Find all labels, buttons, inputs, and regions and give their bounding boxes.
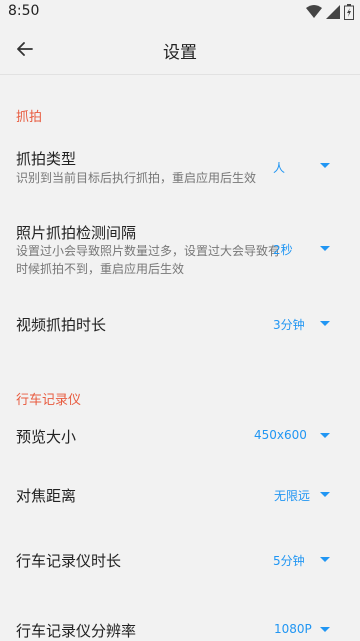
page-title: 设置 <box>163 43 197 63</box>
setting-title: 行车记录仪分辨率 <box>16 622 137 640</box>
wifi-icon <box>306 5 322 18</box>
dropdown-caret-icon <box>320 163 330 168</box>
dropdown-caret-icon <box>320 627 330 632</box>
app-bar: 设置 <box>0 24 360 75</box>
setting-resolution[interactable]: 行车记录仪分辨率 1080P <box>0 612 360 640</box>
setting-value: 3分钟 <box>273 318 305 332</box>
battery-icon <box>344 4 354 20</box>
setting-photo-interval[interactable]: 照片抓拍检测间隔 设置过小会导致照片数量过多，设置过大会导致有时候抓拍不到，重启… <box>0 216 360 286</box>
setting-description: 识别到当前目标后执行抓拍，重启应用后生效 <box>16 171 257 185</box>
setting-title: 预览大小 <box>16 428 77 446</box>
setting-record-duration[interactable]: 行车记录仪时长 5分钟 <box>0 542 360 578</box>
status-bar: 8:50 <box>0 0 360 24</box>
setting-value: 450x600 <box>254 428 307 442</box>
setting-capture-type[interactable]: 抓拍类型 识别到当前目标后执行抓拍，重启应用后生效 人 <box>0 140 360 192</box>
dropdown-caret-icon <box>320 492 330 497</box>
section-header-capture: 抓拍 <box>16 110 43 125</box>
setting-value: 人 <box>273 161 286 175</box>
setting-title: 视频抓拍时长 <box>16 316 107 334</box>
signal-icon <box>326 5 340 19</box>
setting-description: 设置过小会导致照片数量过多，设置过大会导致有时候抓拍不到，重启应用后生效 <box>16 244 281 276</box>
setting-value: 1080P <box>274 622 312 636</box>
dropdown-caret-icon <box>320 321 330 326</box>
setting-title: 行车记录仪时长 <box>16 552 122 570</box>
setting-value: 5分钟 <box>273 554 305 568</box>
dropdown-caret-icon <box>320 433 330 438</box>
dropdown-caret-icon <box>320 557 330 562</box>
setting-focus-distance[interactable]: 对焦距离 无限远 <box>0 477 360 513</box>
status-time: 8:50 <box>8 3 40 19</box>
setting-value: 2秒 <box>273 243 293 257</box>
dropdown-caret-icon <box>320 246 330 251</box>
status-icons <box>306 4 354 20</box>
section-header-dashcam: 行车记录仪 <box>16 393 82 408</box>
setting-title: 对焦距离 <box>16 487 77 505</box>
setting-preview-size[interactable]: 预览大小 450x600 <box>0 418 360 454</box>
setting-title: 抓拍类型 <box>16 150 77 168</box>
setting-video-duration[interactable]: 视频抓拍时长 3分钟 <box>0 306 360 342</box>
setting-title: 照片抓拍检测间隔 <box>16 224 137 242</box>
setting-value: 无限远 <box>274 489 311 503</box>
